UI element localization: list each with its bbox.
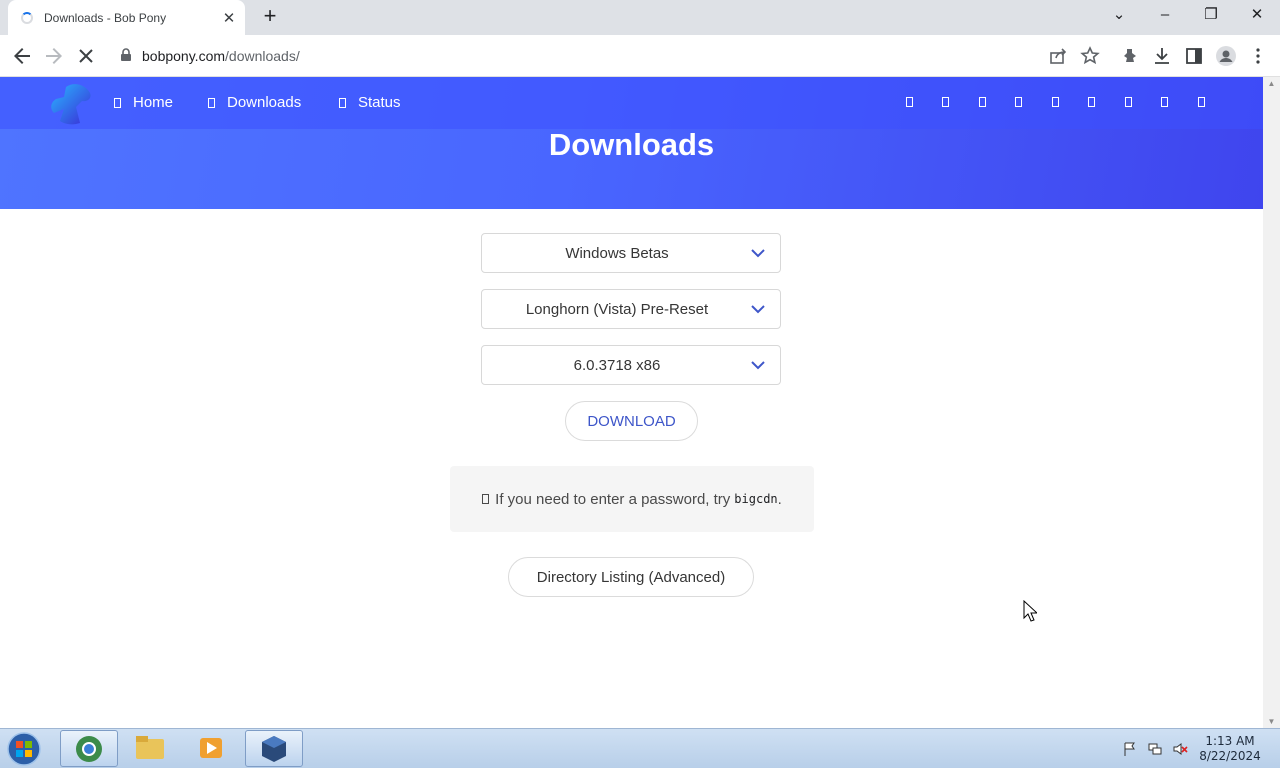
social-link-icon[interactable] (1015, 97, 1022, 107)
taskbar-media-player-button[interactable] (182, 730, 240, 767)
directory-listing-button[interactable]: Directory Listing (Advanced) (508, 557, 754, 597)
bob-pony-logo[interactable] (44, 81, 96, 129)
downloads-icon[interactable] (1150, 44, 1174, 68)
social-link-icon[interactable] (942, 97, 949, 107)
chrome-icon (76, 736, 102, 762)
lock-icon (120, 47, 134, 65)
page-viewport: Home Downloads Status Downloads Windows … (0, 77, 1263, 728)
browser-tab-active[interactable]: Downloads - Bob Pony ✕ (8, 0, 245, 35)
close-window-button[interactable]: ✕ (1242, 4, 1272, 28)
chevron-down-icon (751, 249, 765, 258)
social-link-icon[interactable] (1198, 97, 1205, 107)
social-link-icon[interactable] (1161, 97, 1168, 107)
side-panel-icon[interactable] (1182, 44, 1206, 68)
volume-muted-icon[interactable] (1172, 741, 1188, 757)
page-title: Downloads (548, 127, 715, 162)
extension-icon[interactable] (1118, 44, 1142, 68)
home-icon (114, 97, 121, 108)
social-link-icon[interactable] (906, 97, 913, 107)
taskbar-chrome-button[interactable] (60, 730, 118, 767)
network-icon[interactable] (1147, 741, 1163, 757)
mouse-cursor-icon (1023, 600, 1037, 622)
nav-status[interactable]: Status (339, 94, 401, 111)
product-select[interactable]: Longhorn (Vista) Pre-Reset (481, 289, 781, 329)
hero-banner: Home Downloads Status Downloads (0, 77, 1263, 209)
chevron-down-icon (751, 305, 765, 314)
social-link-icon[interactable] (1052, 97, 1059, 107)
nav-downloads[interactable]: Downloads (208, 94, 301, 111)
browser-toolbar: bobpony.com/downloads/ (0, 35, 1280, 77)
category-select[interactable]: Windows Betas (481, 233, 781, 273)
page-scrollbar[interactable]: ▲ ▼ (1263, 77, 1280, 728)
stop-loading-icon[interactable] (74, 44, 98, 68)
download-button[interactable]: DOWNLOAD (565, 401, 698, 441)
system-clock[interactable]: 1:13 AM 8/22/2024 (1196, 734, 1264, 764)
site-navbar: Home Downloads Status (0, 77, 1263, 129)
chevron-down-icon (751, 361, 765, 370)
restore-button[interactable]: ❐ (1196, 4, 1226, 28)
new-tab-button[interactable]: + (259, 5, 281, 27)
nav-home[interactable]: Home (114, 94, 173, 111)
tab-title: Downloads - Bob Pony (44, 10, 167, 25)
taskbar-virtualbox-button[interactable] (245, 730, 303, 767)
downloads-nav-icon (208, 97, 215, 108)
status-icon (339, 97, 346, 108)
url-text: bobpony.com/downloads/ (142, 48, 300, 64)
start-button[interactable] (2, 730, 46, 768)
scroll-up-icon[interactable]: ▲ (1263, 79, 1280, 88)
media-player-icon (200, 738, 222, 758)
tab-close-icon[interactable]: ✕ (219, 9, 239, 27)
build-select[interactable]: 6.0.3718 x86 (481, 345, 781, 385)
folder-icon (136, 736, 164, 759)
loading-spinner-icon (21, 11, 33, 24)
info-icon (482, 494, 490, 504)
profile-avatar-icon[interactable] (1214, 44, 1238, 68)
password-notice: If you need to enter a password, try big… (450, 466, 814, 532)
taskbar-explorer-button[interactable] (122, 730, 180, 767)
windows-taskbar: 1:13 AM 8/22/2024 (0, 728, 1280, 768)
tab-strip: Downloads - Bob Pony ✕ + ⌄ – ❐ ✕ (0, 0, 1280, 35)
social-link-icon[interactable] (1125, 97, 1132, 107)
share-icon[interactable] (1046, 44, 1070, 68)
browser-menu-icon[interactable] (1246, 44, 1270, 68)
minimize-button[interactable]: – (1150, 4, 1180, 28)
scroll-down-icon[interactable]: ▼ (1263, 717, 1280, 726)
bookmark-star-icon[interactable] (1078, 44, 1102, 68)
password-code: bigcdn (734, 492, 778, 506)
action-center-flag-icon[interactable] (1122, 741, 1138, 757)
social-link-icon[interactable] (979, 97, 986, 107)
tab-search-icon[interactable]: ⌄ (1104, 4, 1134, 28)
forward-icon[interactable] (42, 44, 66, 68)
social-link-icon[interactable] (1088, 97, 1095, 107)
address-bar[interactable]: bobpony.com/downloads/ (110, 39, 1110, 73)
back-icon[interactable] (10, 44, 34, 68)
virtualbox-icon (262, 736, 286, 762)
